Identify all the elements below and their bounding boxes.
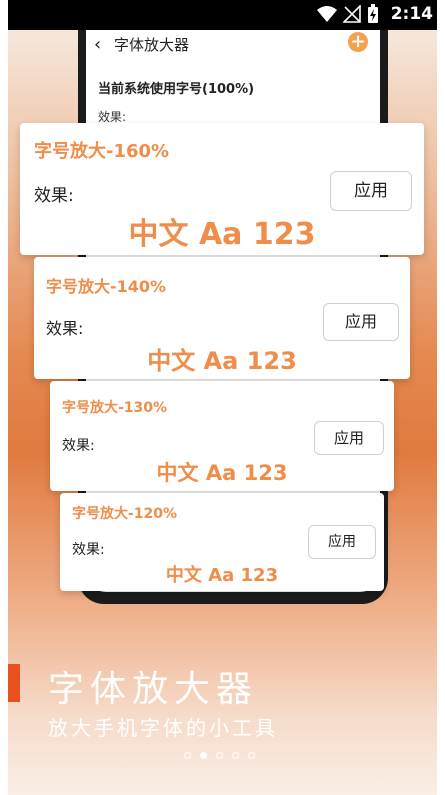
card-title: 字号放大-120% bbox=[72, 506, 178, 522]
battery-charging-icon bbox=[367, 4, 378, 23]
status-icons: 2:14 bbox=[316, 4, 433, 24]
wifi-icon bbox=[316, 6, 337, 22]
font-card-160: 字号放大-160% 效果: 应用 中文 Aa 123 bbox=[20, 123, 424, 255]
card-title: 字号放大-130% bbox=[62, 400, 168, 416]
right-margin bbox=[437, 0, 445, 795]
page-dot[interactable] bbox=[248, 752, 255, 759]
system-font-label: 当前系统使用字号(100%) bbox=[98, 82, 255, 97]
apply-button[interactable]: 应用 bbox=[314, 421, 384, 455]
card-sample-text: 中文 Aa 123 bbox=[147, 347, 297, 375]
font-card-130: 字号放大-130% 效果: 应用 中文 Aa 123 bbox=[50, 381, 394, 491]
page-dot[interactable] bbox=[200, 752, 207, 759]
apply-button[interactable]: 应用 bbox=[308, 525, 376, 559]
card-effect-label: 效果: bbox=[46, 319, 84, 338]
plus-circle-icon[interactable]: + bbox=[348, 32, 368, 52]
card-effect-label: 效果: bbox=[62, 438, 95, 454]
apply-button[interactable]: 应用 bbox=[323, 303, 399, 341]
apply-button[interactable]: 应用 bbox=[330, 171, 412, 211]
font-card-120: 字号放大-120% 效果: 应用 中文 Aa 123 bbox=[60, 493, 384, 591]
status-time: 2:14 bbox=[390, 4, 433, 24]
card-effect-label: 效果: bbox=[72, 542, 105, 558]
card-sample-text: 中文 Aa 123 bbox=[128, 217, 316, 252]
promo-subtitle: 放大手机字体的小工具 bbox=[48, 716, 278, 740]
font-card-140: 字号放大-140% 效果: 应用 中文 Aa 123 bbox=[34, 257, 410, 379]
card-sample-text: 中文 Aa 123 bbox=[156, 461, 288, 485]
card-title: 字号放大-160% bbox=[34, 141, 170, 162]
page-dot[interactable] bbox=[232, 752, 239, 759]
status-bar: 2:14 bbox=[0, 0, 445, 30]
card-title: 字号放大-140% bbox=[46, 277, 167, 296]
page-dot[interactable] bbox=[216, 752, 223, 759]
card-sample-text: 中文 Aa 123 bbox=[165, 565, 279, 586]
card-effect-label: 效果: bbox=[34, 186, 74, 206]
signal-icon bbox=[342, 5, 361, 23]
page-dot[interactable] bbox=[184, 752, 191, 759]
accent-bar bbox=[8, 664, 20, 702]
promo-title: 字体放大器 bbox=[48, 669, 259, 710]
app-title: 字体放大器 bbox=[114, 36, 190, 54]
left-margin bbox=[0, 0, 8, 795]
chevron-left-icon[interactable]: ‹ bbox=[94, 34, 101, 55]
page-indicator bbox=[184, 752, 255, 759]
